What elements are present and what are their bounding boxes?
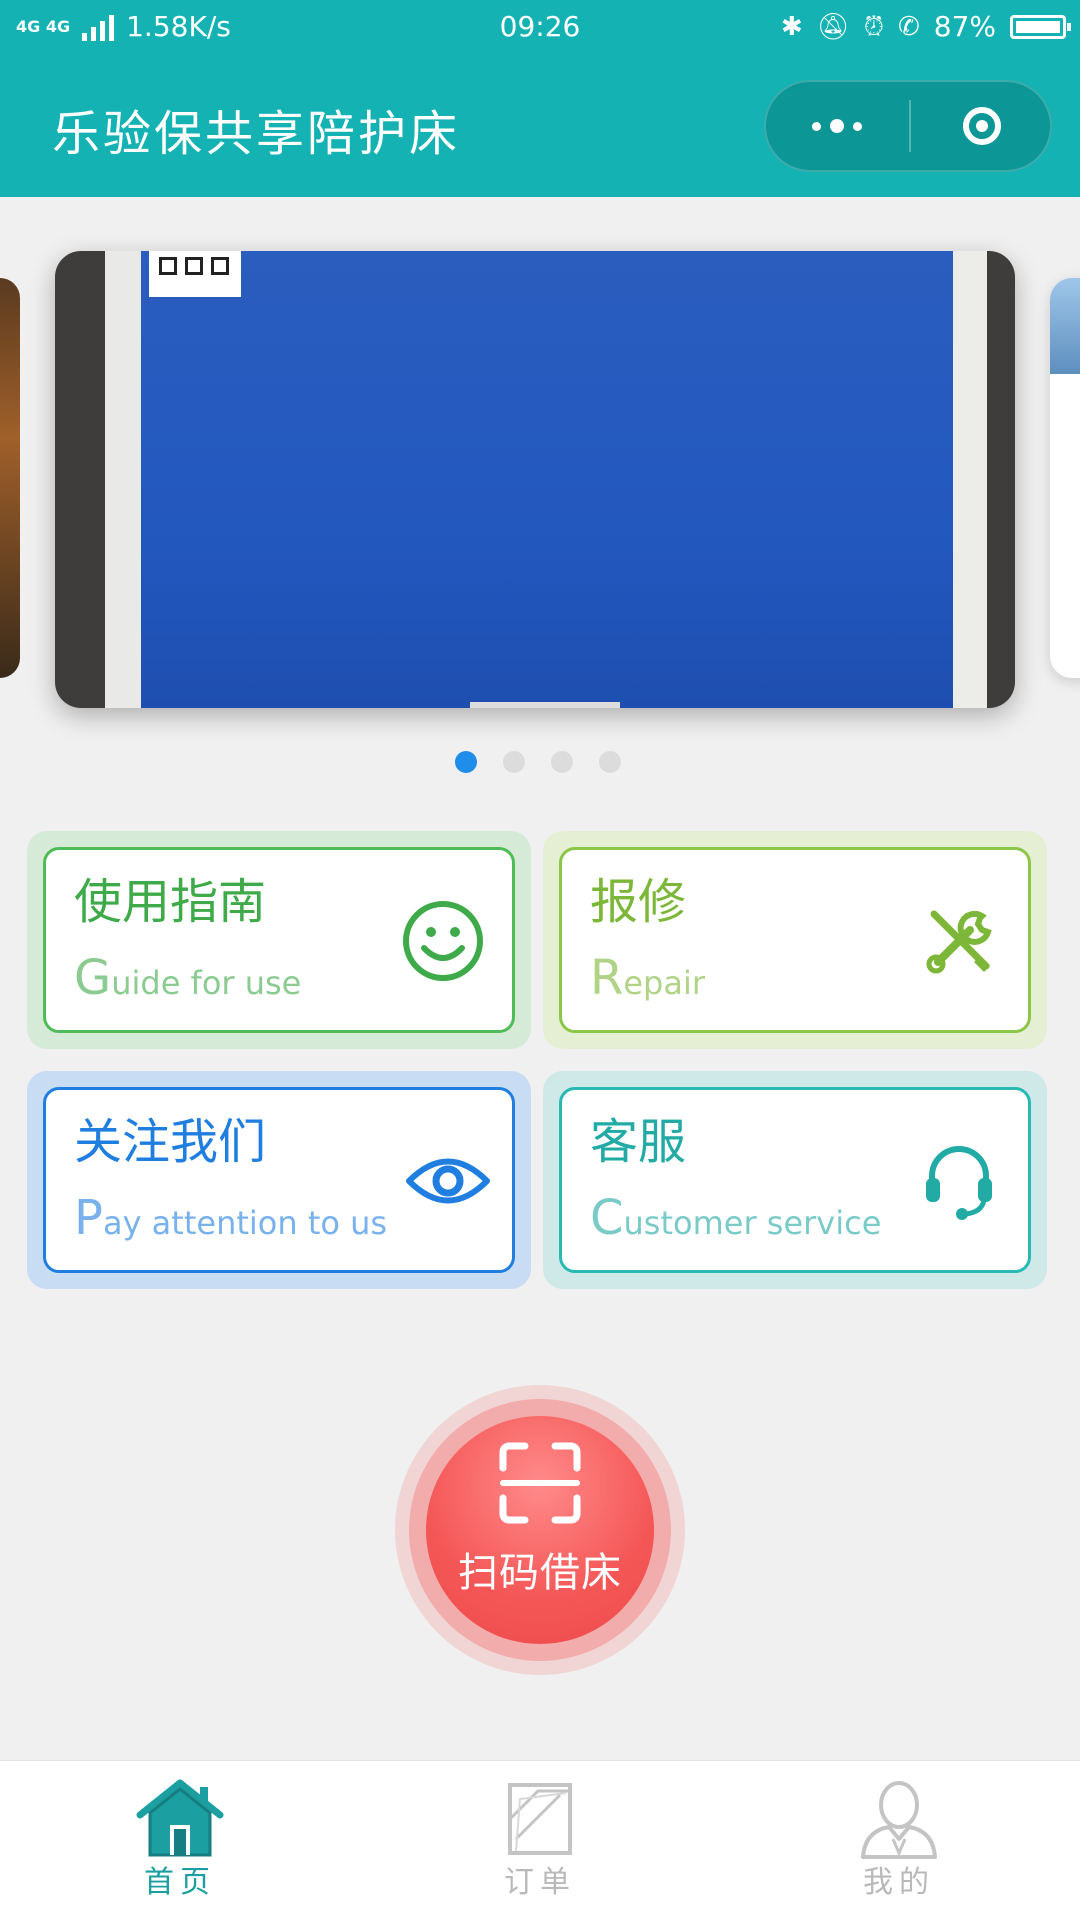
- follow-card-body: 关注我们 Pay attention to us: [43, 1087, 515, 1273]
- eye-icon: [406, 1158, 490, 1204]
- more-dots-icon-right: [853, 121, 862, 131]
- service-card-subtitle: Customer service: [590, 1192, 881, 1249]
- follow-card[interactable]: 关注我们 Pay attention to us: [27, 1071, 531, 1289]
- service-card-subtitle-cap: C: [590, 1190, 624, 1246]
- status-bar: 4G 4G 1.58K/s 09:26 ✱ 🔕︎ ⏰︎ ✆ 87%: [0, 0, 1080, 54]
- top-bar: 4G 4G 1.58K/s 09:26 ✱ 🔕︎ ⏰︎ ✆ 87% 乐验保共享陪…: [0, 0, 1080, 197]
- tab-mine[interactable]: 我的: [799, 1761, 999, 1921]
- profile-icon: [861, 1781, 937, 1859]
- bed-handle: [470, 702, 620, 708]
- status-right: ✱ 🔕︎ ⏰︎ ✆ 87%: [780, 10, 1071, 43]
- repair-card-subtitle-rest: epair: [623, 964, 706, 1002]
- tab-bar: 首页 订单 我的: [0, 1760, 1080, 1921]
- scan-borrow-bed-button[interactable]: 扫码借床: [426, 1416, 654, 1644]
- mini-program-capsule: [764, 80, 1052, 172]
- repair-card-subtitle-cap: R: [590, 950, 624, 1006]
- follow-card-title: 关注我们: [74, 1114, 267, 1170]
- headset-icon: [926, 1146, 992, 1220]
- guide-card-subtitle-rest: uide for use: [111, 964, 302, 1002]
- home-icon: [136, 1779, 224, 1857]
- orders-icon: [508, 1783, 572, 1855]
- battery-percent: 87%: [933, 10, 996, 43]
- more-dots-icon: [812, 121, 821, 131]
- capsule-divider: [909, 100, 911, 152]
- repair-card-body: 报修 Repair: [559, 847, 1031, 1033]
- bed-panel-image: [141, 251, 955, 708]
- bluetooth-icon: ✱: [780, 11, 803, 42]
- tab-orders[interactable]: 订单: [440, 1761, 640, 1921]
- follow-card-subtitle-rest: ay attention to us: [102, 1204, 388, 1242]
- guide-card[interactable]: 使用指南 Guide for use: [27, 831, 531, 1049]
- guide-card-body: 使用指南 Guide for use: [43, 847, 515, 1033]
- service-card-subtitle-rest: ustomer service: [623, 1204, 882, 1242]
- follow-card-subtitle: Pay attention to us: [74, 1192, 387, 1249]
- banner-next-slide[interactable]: [1050, 278, 1080, 678]
- banner-slide-active[interactable]: [55, 251, 1015, 708]
- hd-call-icon: ✆: [897, 11, 920, 42]
- guide-card-subtitle-cap: G: [74, 950, 112, 1006]
- repair-card[interactable]: 报修 Repair: [543, 831, 1047, 1049]
- page-title: 乐验保共享陪护床: [52, 106, 461, 162]
- service-card[interactable]: 客服 Customer service: [543, 1071, 1047, 1289]
- smiley-icon: [403, 901, 483, 981]
- bed-frame-right: [953, 251, 987, 708]
- banner-dot-3[interactable]: [551, 751, 573, 773]
- close-button[interactable]: [912, 82, 1052, 170]
- follow-card-subtitle-cap: P: [74, 1190, 103, 1246]
- mute-icon: 🔕︎: [816, 11, 850, 42]
- tab-home-label: 首页: [144, 1865, 216, 1900]
- scan-frame-icon: [499, 1442, 581, 1524]
- qr-code-sticker: [149, 251, 241, 297]
- repair-card-title: 报修: [590, 874, 687, 930]
- banner-prev-slide[interactable]: [0, 278, 20, 678]
- guide-card-subtitle: Guide for use: [74, 952, 301, 1009]
- alarm-icon: ⏰︎: [863, 11, 884, 42]
- banner-dot-4[interactable]: [599, 751, 621, 773]
- service-card-title: 客服: [590, 1114, 687, 1170]
- tab-orders-label: 订单: [504, 1865, 576, 1900]
- more-dots-icon-center: [830, 119, 844, 133]
- target-close-icon: [963, 107, 1001, 145]
- service-card-body: 客服 Customer service: [559, 1087, 1031, 1273]
- banner-indicator: [455, 751, 621, 773]
- wrench-screwdriver-icon: [926, 910, 992, 974]
- banner-dot-2[interactable]: [503, 751, 525, 773]
- guide-card-title: 使用指南: [74, 874, 267, 930]
- battery-icon: [1010, 14, 1071, 39]
- scan-borrow-bed-label: 扫码借床: [458, 1550, 622, 1596]
- tab-home[interactable]: 首页: [80, 1761, 280, 1921]
- repair-card-subtitle: Repair: [590, 952, 705, 1009]
- banner-dot-1[interactable]: [455, 751, 477, 773]
- tab-mine-label: 我的: [863, 1865, 935, 1900]
- more-button[interactable]: [766, 82, 908, 170]
